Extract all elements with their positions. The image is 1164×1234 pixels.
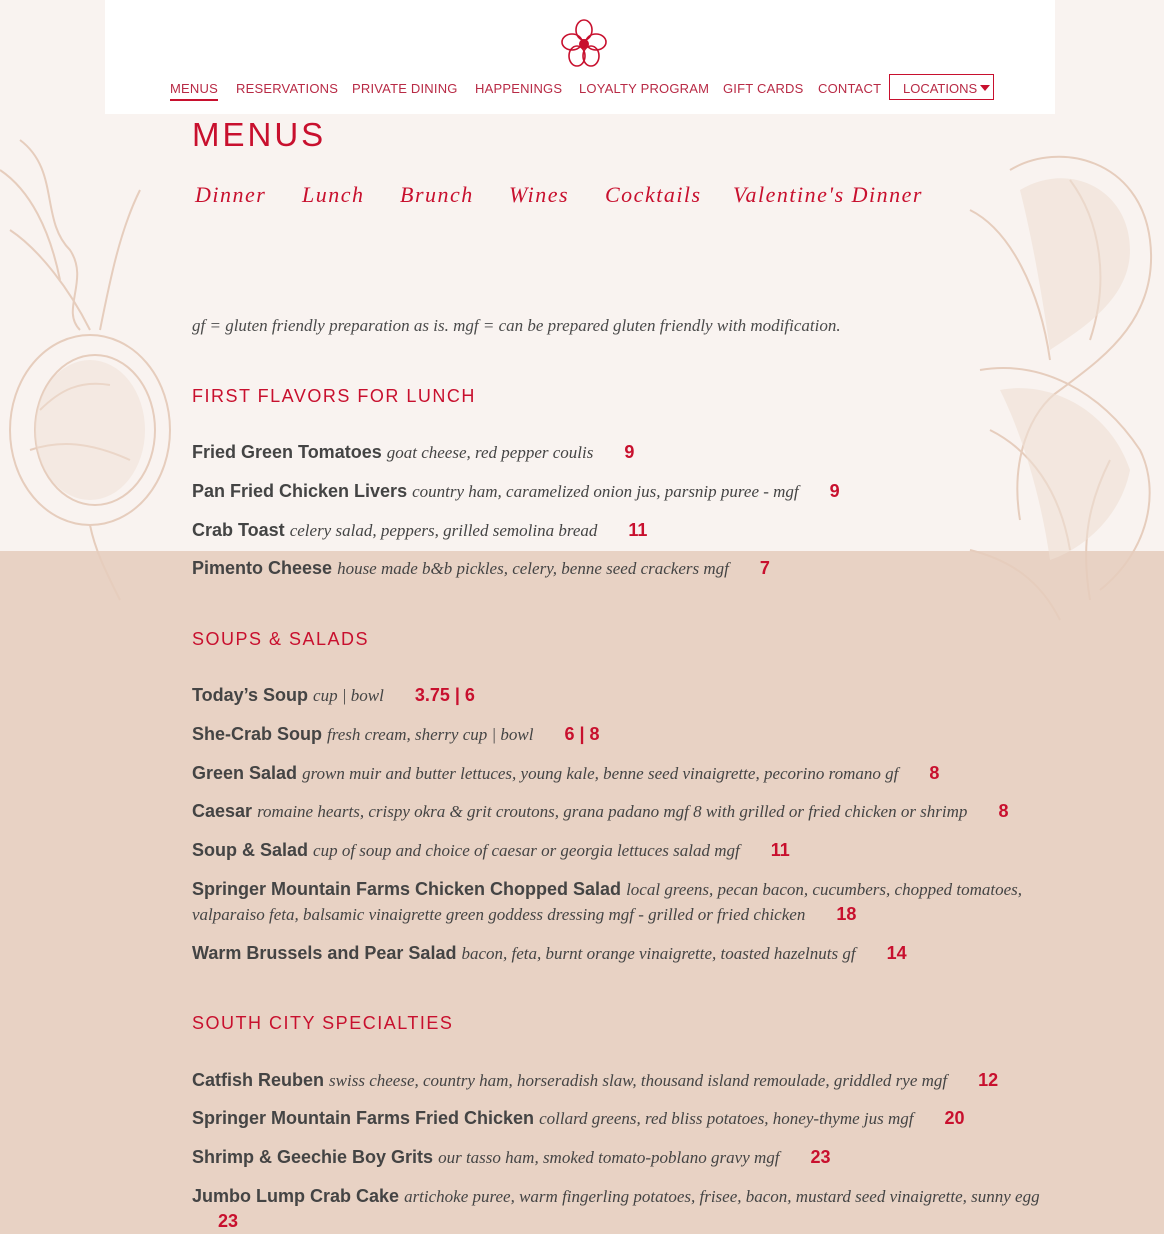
menu-item: Catfish Reuben swiss cheese, country ham…	[192, 1068, 1072, 1093]
locations-label: LOCATIONS	[903, 81, 978, 96]
item-name: Pan Fried Chicken Livers	[192, 481, 408, 501]
menu-item: Crab Toast celery salad, peppers, grille…	[192, 518, 1072, 543]
menu-item: Pimento Cheese house made b&b pickles, c…	[192, 556, 1072, 581]
item-name: Today’s Soup	[192, 685, 309, 705]
menu-item: Fried Green Tomatoes goat cheese, red pe…	[192, 440, 1072, 465]
nav-menus[interactable]: MENUS	[170, 81, 218, 101]
item-name: Fried Green Tomatoes	[192, 442, 382, 462]
item-name: Green Salad	[192, 763, 298, 783]
menu-item: Springer Mountain Farms Chicken Chopped …	[192, 877, 1072, 927]
item-name: Jumbo Lump Crab Cake	[192, 1186, 400, 1206]
menu-item: Jumbo Lump Crab Cake artichoke puree, wa…	[192, 1184, 1072, 1234]
nav-private-dining[interactable]: PRIVATE DINING	[352, 81, 458, 96]
flower-logo-icon[interactable]	[561, 18, 607, 68]
site-header: MENUS RESERVATIONS PRIVATE DINING HAPPEN…	[105, 0, 1055, 114]
item-price: 9	[624, 442, 635, 462]
item-price: 23	[218, 1211, 239, 1231]
item-price: 12	[978, 1070, 999, 1090]
item-name: Pimento Cheese	[192, 558, 333, 578]
item-price: 20	[944, 1108, 965, 1128]
tab-brunch[interactable]: Brunch	[400, 182, 474, 208]
nav-gift-cards[interactable]: GIFT CARDS	[723, 81, 804, 96]
nav-contact[interactable]: CONTACT	[818, 81, 881, 96]
locations-dropdown[interactable]: LOCATIONS	[889, 74, 994, 100]
tab-wines[interactable]: Wines	[509, 182, 569, 208]
item-name: Springer Mountain Farms Chicken Chopped …	[192, 879, 622, 899]
menu-item: Caesar romaine hearts, crispy okra & gri…	[192, 799, 1072, 824]
item-price: 23	[810, 1147, 831, 1167]
item-price: 18	[836, 904, 857, 924]
item-description: house made b&b pickles, celery, benne se…	[337, 559, 729, 578]
tab-valentines-dinner[interactable]: Valentine's Dinner	[733, 182, 923, 208]
tab-cocktails[interactable]: Cocktails	[605, 182, 702, 208]
section-title-soups-salads: SOUPS & SALADS	[192, 629, 370, 649]
item-price: 14	[886, 943, 907, 963]
menu-item: Green Salad grown muir and butter lettuc…	[192, 761, 1072, 786]
menu-item: Pan Fried Chicken Livers country ham, ca…	[192, 479, 1072, 504]
item-description: swiss cheese, country ham, horseradish s…	[329, 1071, 948, 1090]
nav-reservations[interactable]: RESERVATIONS	[236, 81, 338, 96]
gluten-friendly-note: gf = gluten friendly preparation as is. …	[192, 316, 841, 335]
item-description: fresh cream, sherry cup | bowl	[327, 725, 534, 744]
item-description: goat cheese, red pepper coulis	[386, 443, 594, 462]
item-name: Crab Toast	[192, 520, 285, 540]
section-title-first-flavors: FIRST FLAVORS FOR LUNCH	[192, 386, 476, 406]
item-name: Caesar	[192, 801, 253, 821]
item-price: 7	[759, 558, 770, 578]
page-title: MENUS	[192, 116, 327, 153]
item-price: 11	[770, 840, 790, 860]
item-description: our tasso ham, smoked tomato-poblano gra…	[438, 1148, 780, 1167]
item-name: She-Crab Soup	[192, 724, 323, 744]
item-description: collard greens, red bliss potatoes, hone…	[539, 1109, 914, 1128]
item-name: Warm Brussels and Pear Salad	[192, 943, 457, 963]
menu-item: Soup & Salad cup of soup and choice of c…	[192, 838, 1072, 863]
tab-lunch[interactable]: Lunch	[302, 182, 365, 208]
item-name: Shrimp & Geechie Boy Grits	[192, 1147, 434, 1167]
item-price: 3.75 | 6	[414, 685, 475, 705]
item-description: grown muir and butter lettuces, young ka…	[302, 764, 899, 783]
item-price: 9	[829, 481, 840, 501]
menu-item: Warm Brussels and Pear Salad bacon, feta…	[192, 941, 1072, 966]
main-nav: MENUS RESERVATIONS PRIVATE DINING HAPPEN…	[105, 74, 1055, 104]
item-name: Springer Mountain Farms Fried Chicken	[192, 1108, 535, 1128]
item-price: 8	[929, 763, 940, 783]
item-description: romaine hearts, crispy okra & grit crout…	[257, 802, 968, 821]
item-description: country ham, caramelized onion jus, pars…	[412, 482, 799, 501]
item-description: cup of soup and choice of caesar or geor…	[313, 841, 740, 860]
menu-item: Shrimp & Geechie Boy Grits our tasso ham…	[192, 1145, 1072, 1170]
menu-item: Today’s Soup cup | bowl 3.75 | 6	[192, 683, 1072, 708]
menu-item: Springer Mountain Farms Fried Chicken co…	[192, 1106, 1072, 1131]
item-description: celery salad, peppers, grilled semolina …	[289, 521, 598, 540]
nav-happenings[interactable]: HAPPENINGS	[475, 81, 562, 96]
item-name: Soup & Salad	[192, 840, 309, 860]
nav-loyalty-program[interactable]: LOYALTY PROGRAM	[579, 81, 709, 96]
item-price: 6 | 8	[564, 724, 600, 744]
item-price: 11	[628, 520, 648, 540]
menu-item: She-Crab Soup fresh cream, sherry cup | …	[192, 722, 1072, 747]
item-price: 8	[998, 801, 1009, 821]
item-description: bacon, feta, burnt orange vinaigrette, t…	[461, 944, 856, 963]
caret-down-icon	[980, 85, 990, 91]
item-description: artichoke puree, warm fingerling potatoe…	[404, 1187, 1040, 1206]
section-title-south-city-specialties: SOUTH CITY SPECIALTIES	[192, 1013, 454, 1033]
tab-dinner[interactable]: Dinner	[195, 182, 266, 208]
item-description: cup | bowl	[313, 686, 384, 705]
item-name: Catfish Reuben	[192, 1070, 325, 1090]
